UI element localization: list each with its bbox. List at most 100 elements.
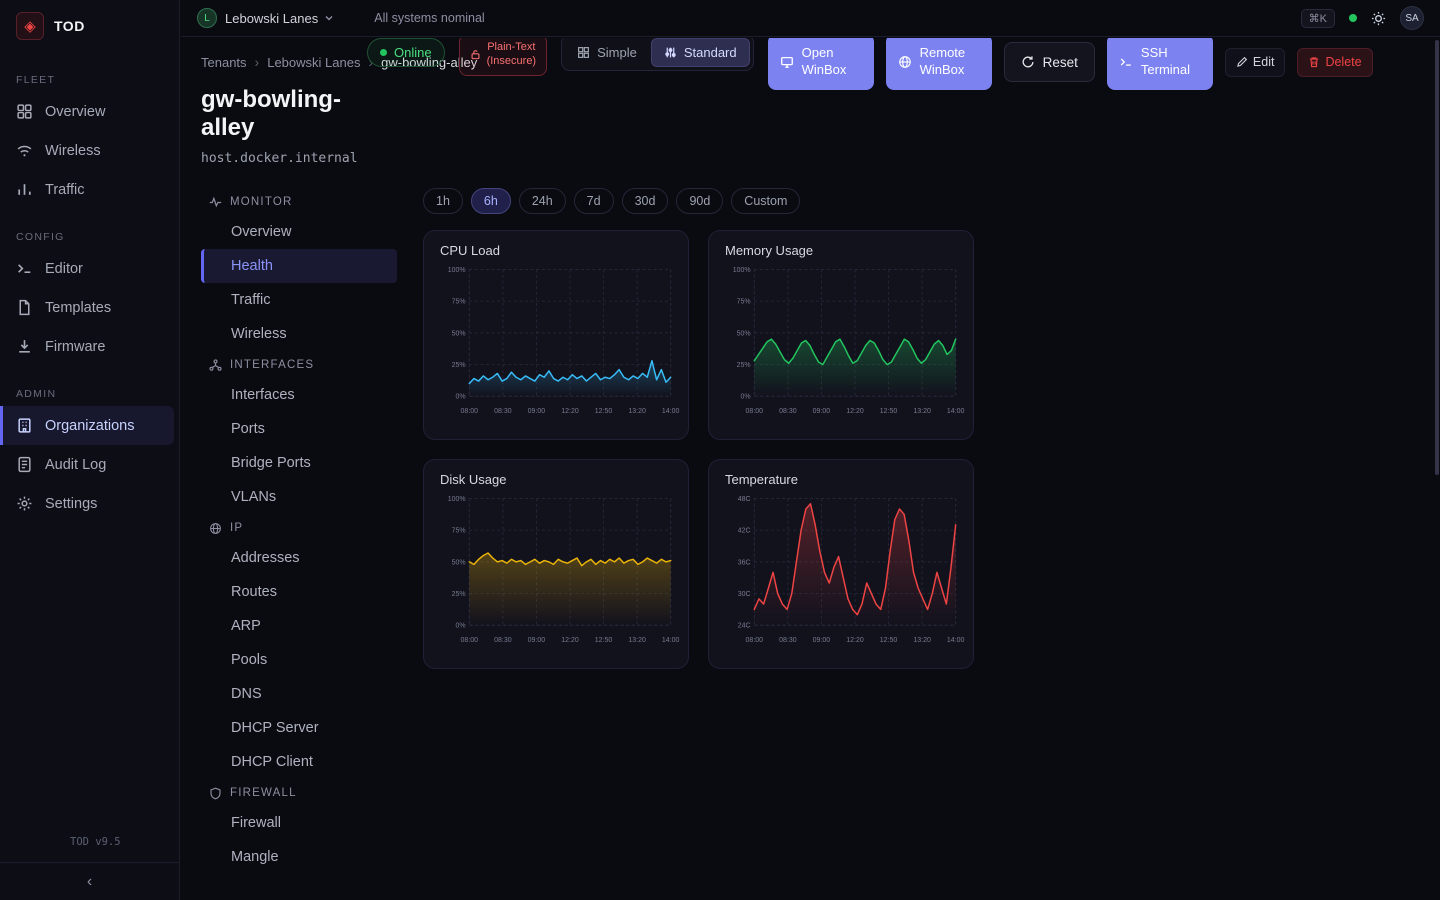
user-avatar[interactable]: SA xyxy=(1400,6,1424,30)
sidebar-item-wireless[interactable]: Wireless xyxy=(0,131,179,170)
subnav-item-ports[interactable]: Ports xyxy=(201,412,397,446)
edit-button[interactable]: Edit xyxy=(1225,48,1286,77)
reset-button[interactable]: Reset xyxy=(1004,42,1095,82)
subnav-item-interfaces[interactable]: Interfaces xyxy=(201,378,397,412)
subnav-item-monitor-traffic[interactable]: Traffic xyxy=(201,283,397,317)
svg-text:14:00: 14:00 xyxy=(947,637,965,644)
range-1h-button[interactable]: 1h xyxy=(423,188,463,214)
sidebar-item-templates[interactable]: Templates xyxy=(0,288,179,327)
delete-button[interactable]: Delete xyxy=(1297,48,1372,77)
sidebar-item-label: Firmware xyxy=(45,339,105,355)
subnav-item-addresses[interactable]: Addresses xyxy=(201,541,397,575)
svg-text:08:00: 08:00 xyxy=(461,637,479,644)
disk-usage-card: Disk Usage 0%25%50%75%100%08:0008:3009:0… xyxy=(423,459,689,669)
svg-text:25%: 25% xyxy=(737,362,751,369)
svg-text:08:00: 08:00 xyxy=(461,408,479,415)
insecure-label: Plain-Text (Insecure) xyxy=(487,41,537,69)
chart-title: Memory Usage xyxy=(717,243,965,262)
svg-text:25%: 25% xyxy=(452,591,466,598)
subnav-item-routes[interactable]: Routes xyxy=(201,575,397,609)
globe-icon xyxy=(209,522,222,535)
svg-text:30C: 30C xyxy=(738,591,751,598)
command-palette-shortcut[interactable]: ⌘K xyxy=(1301,9,1335,28)
sidebar-item-label: Editor xyxy=(45,261,83,277)
breadcrumb-tenants[interactable]: Tenants xyxy=(201,55,247,70)
subnav-item-firewall[interactable]: Firewall xyxy=(201,806,397,840)
health-charts-panel: 1h 6h 24h 7d 30d 90d Custom CPU Load 0%2… xyxy=(423,188,974,669)
file-icon xyxy=(16,299,33,316)
subnav-item-dns[interactable]: DNS xyxy=(201,677,397,711)
subnav-group-monitor: MONITOR xyxy=(201,188,397,215)
range-6h-button[interactable]: 6h xyxy=(471,188,511,214)
grid-icon xyxy=(577,46,590,59)
svg-text:100%: 100% xyxy=(448,267,466,274)
svg-text:12:50: 12:50 xyxy=(595,637,613,644)
sidebar-collapse-button[interactable]: ‹ xyxy=(0,862,179,900)
svg-text:08:30: 08:30 xyxy=(779,637,797,644)
sidebar-item-traffic[interactable]: Traffic xyxy=(0,170,179,209)
app-name: TOD xyxy=(54,18,85,34)
memory-usage-card: Memory Usage 0%25%50%75%100%08:0008:3009… xyxy=(708,230,974,440)
svg-text:12:20: 12:20 xyxy=(846,408,864,415)
subnav-item-bridge-ports[interactable]: Bridge Ports xyxy=(201,446,397,480)
subnav-item-arp[interactable]: ARP xyxy=(201,609,397,643)
time-range-selector: 1h 6h 24h 7d 30d 90d Custom xyxy=(423,188,974,214)
tenant-switcher[interactable]: Lebowski Lanes xyxy=(225,11,318,26)
range-7d-button[interactable]: 7d xyxy=(574,188,614,214)
sidebar-item-label: Audit Log xyxy=(45,457,106,473)
sidebar-item-firmware[interactable]: Firmware xyxy=(0,327,179,366)
temperature-card: Temperature 24C30C36C42C48C08:0008:3009:… xyxy=(708,459,974,669)
range-custom-button[interactable]: Custom xyxy=(731,188,800,214)
svg-text:08:00: 08:00 xyxy=(746,408,764,415)
range-90d-button[interactable]: 90d xyxy=(676,188,723,214)
sidebar-item-overview[interactable]: Overview xyxy=(0,92,179,131)
subnav-item-dhcp-client[interactable]: DHCP Client xyxy=(201,745,397,779)
sidebar-item-settings[interactable]: Settings xyxy=(0,484,179,523)
svg-text:09:00: 09:00 xyxy=(813,408,831,415)
subnav-item-vlans[interactable]: VLANs xyxy=(201,480,397,514)
subnav-item-monitor-wireless[interactable]: Wireless xyxy=(201,317,397,351)
mode-simple-button[interactable]: Simple xyxy=(565,39,649,66)
subnav-group-ip: IP xyxy=(201,514,397,541)
sidebar-item-editor[interactable]: Editor xyxy=(0,249,179,288)
range-24h-button[interactable]: 24h xyxy=(519,188,566,214)
grid-icon xyxy=(16,103,33,120)
chart-title: CPU Load xyxy=(432,243,680,262)
page-scrollbar[interactable] xyxy=(1434,38,1439,900)
remote-winbox-button[interactable]: Remote WinBox xyxy=(886,38,992,90)
svg-text:13:20: 13:20 xyxy=(913,637,931,644)
range-30d-button[interactable]: 30d xyxy=(622,188,669,214)
chevron-down-icon[interactable] xyxy=(324,13,334,23)
device-subnav: MONITOR Overview Health Traffic Wireless… xyxy=(201,188,397,874)
subnav-item-monitor-health[interactable]: Health xyxy=(201,249,397,283)
subnav-item-monitor-overview[interactable]: Overview xyxy=(201,215,397,249)
scrollbar-thumb[interactable] xyxy=(1435,40,1439,475)
subnav-item-mangle[interactable]: Mangle xyxy=(201,840,397,874)
page-title: gw-bowling-alley xyxy=(201,86,353,143)
mode-standard-button[interactable]: Standard xyxy=(651,38,750,67)
disk-usage-chart: 0%25%50%75%100%08:0008:3009:0012:2012:50… xyxy=(432,491,680,651)
open-winbox-label: Open WinBox xyxy=(802,45,862,79)
svg-text:50%: 50% xyxy=(452,559,466,566)
audit-log-icon xyxy=(16,456,33,473)
breadcrumb-tenant[interactable]: Lebowski Lanes xyxy=(267,55,360,70)
subnav-item-dhcp-server[interactable]: DHCP Server xyxy=(201,711,397,745)
sidebar-item-organizations[interactable]: Organizations xyxy=(0,406,174,445)
sun-icon[interactable] xyxy=(1371,11,1386,26)
sidebar-section-admin: ADMIN xyxy=(0,388,179,400)
device-header: gw-bowling-alley host.docker.internal On… xyxy=(201,86,1436,166)
subnav-item-pools[interactable]: Pools xyxy=(201,643,397,677)
ssh-terminal-button[interactable]: SSH Terminal xyxy=(1107,38,1213,90)
svg-text:08:30: 08:30 xyxy=(494,408,512,415)
sidebar-item-audit-log[interactable]: Audit Log xyxy=(0,445,179,484)
sidebar-item-label: Traffic xyxy=(45,182,84,198)
mode-standard-label: Standard xyxy=(684,45,737,60)
svg-text:100%: 100% xyxy=(733,267,751,274)
remote-winbox-label: Remote WinBox xyxy=(920,45,980,79)
activity-icon xyxy=(209,196,222,209)
app-version: TOD v9.5 xyxy=(0,836,179,862)
pencil-icon xyxy=(1236,56,1248,68)
trash-icon xyxy=(1308,56,1320,68)
open-winbox-button[interactable]: Open WinBox xyxy=(768,38,874,90)
online-dot-icon xyxy=(380,49,387,56)
